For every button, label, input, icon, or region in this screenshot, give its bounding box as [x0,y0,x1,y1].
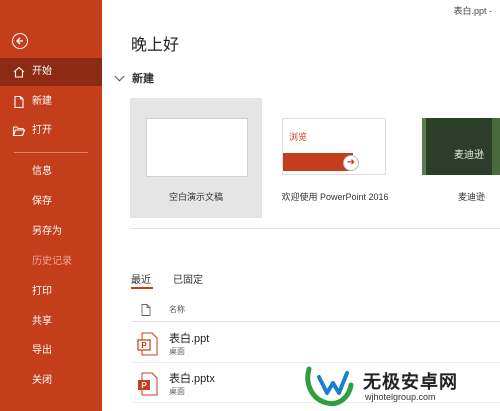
sidebar-item-export[interactable]: 导出 [0,337,102,365]
template-caption: 欢迎使用 PowerPoint 2016 [281,192,389,202]
sidebar-item-home[interactable]: 开始 [0,58,102,86]
new-document-icon [14,95,24,109]
file-row[interactable]: P 表白.ppt 桌面 [131,324,500,363]
file-name: 表白.pptx [169,373,215,385]
file-location: 桌面 [169,347,185,356]
chevron-down-icon [114,71,125,82]
template-caption: 空白演示文稿 [168,192,223,202]
open-folder-icon [12,126,26,137]
tab-pinned[interactable]: 已固定 [173,271,203,286]
sidebar-item-info[interactable]: 信息 [0,158,102,186]
sidebar-item-history[interactable]: 历史记录 [0,248,102,276]
file-list-header: 名称 [131,301,500,322]
backstage-sidebar: 开始 新建 打开 信息 保存 另存为 历史记录 打印 共享 导出 关闭 [0,0,102,411]
sidebar-item-label: 关闭 [32,375,52,386]
sidebar-item-label: 保存 [32,196,52,207]
sidebar-item-open[interactable]: 打开 [0,117,102,145]
section-divider [130,228,500,229]
sidebar-item-share[interactable]: 共享 [0,308,102,336]
watermark-title: 无极安卓网 [363,372,458,392]
sidebar-item-label: 打印 [32,286,52,297]
page-title: 晚上好 [131,37,180,54]
column-header-name[interactable]: 名称 [169,304,185,315]
sidebar-item-label: 历史记录 [32,256,72,267]
sidebar-item-save[interactable]: 保存 [0,188,102,216]
thumb-stripe [422,118,426,175]
sidebar-item-new[interactable]: 新建 [0,88,102,116]
sidebar-item-label: 另存为 [32,226,62,237]
svg-text:P: P [141,341,147,350]
new-section-label: 新建 [132,73,154,85]
sidebar-divider [14,152,88,153]
sidebar-item-label: 开始 [32,66,52,77]
template-thumbnail [146,118,248,177]
new-section-toggle[interactable]: 新建 [114,70,154,86]
sidebar-item-save-as[interactable]: 另存为 [0,218,102,246]
watermark-url: wjhotelgroup.com [365,392,436,402]
home-icon [13,66,25,78]
sidebar-item-label: 导出 [32,345,52,356]
tab-recent[interactable]: 最近 [131,271,153,289]
sidebar-item-label: 共享 [32,316,52,327]
pptx-file-icon: P [138,372,158,396]
arrow-right-icon: ➜ [343,155,359,171]
sidebar-item-label: 打开 [32,125,52,136]
template-thumbnail: 浏览 ➜ [282,118,386,175]
sidebar-item-label: 新建 [32,96,52,107]
svg-text:P: P [141,381,147,390]
template-caption: 麦迪逊 [458,192,486,202]
window-title: 表白.ppt - [453,6,492,16]
template-blank-presentation[interactable]: 空白演示文稿 [130,98,262,218]
document-icon [141,304,151,316]
file-name: 表白.ppt [169,333,210,345]
thumb-text: 浏览 [289,132,308,142]
watermark-logo-icon [305,366,354,407]
file-location: 桌面 [169,387,185,396]
thumb-text: 麦迪逊 [454,150,484,161]
back-arrow-icon[interactable] [12,33,28,49]
sidebar-item-close[interactable]: 关闭 [0,367,102,395]
sidebar-item-label: 信息 [32,166,52,177]
template-thumbnail: 麦迪逊 [422,118,500,175]
template-welcome[interactable]: 浏览 ➜ 欢迎使用 PowerPoint 2016 [281,98,389,218]
template-madison[interactable]: 麦迪逊 麦迪逊 [422,98,500,218]
thumb-stripe [492,118,500,175]
sidebar-item-print[interactable]: 打印 [0,278,102,306]
ppt-file-icon: P [137,332,158,356]
watermark: 无极安卓网 wjhotelgroup.com [303,361,500,411]
